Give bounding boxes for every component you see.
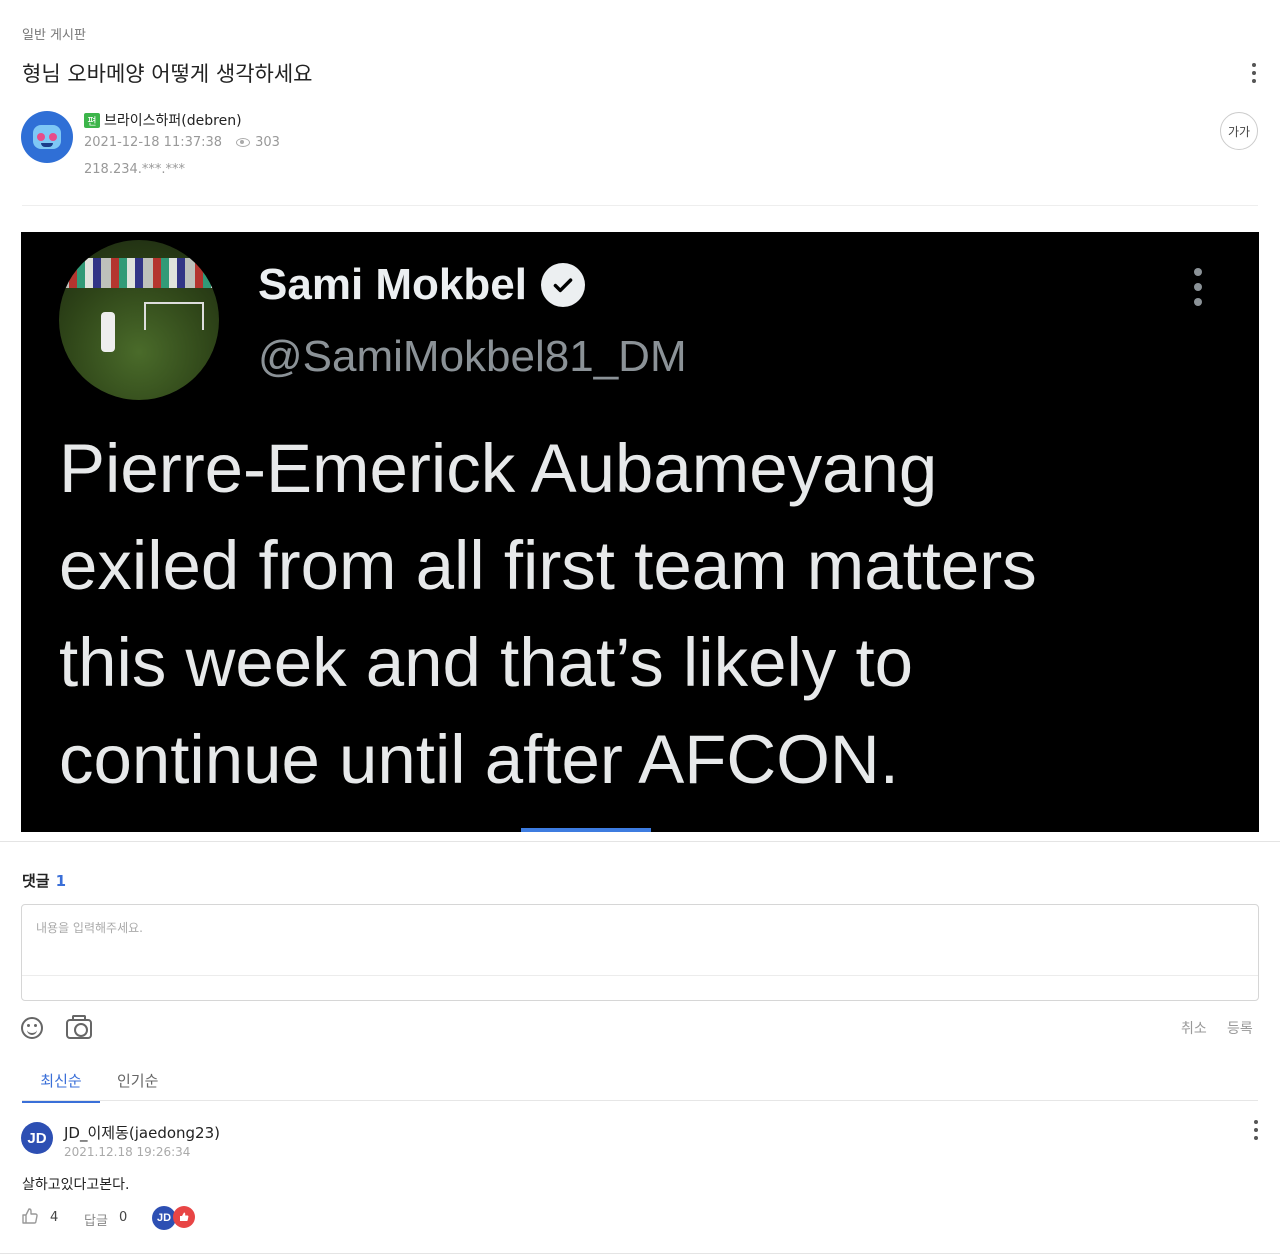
verified-icon — [540, 263, 585, 307]
tweet-link-fragment — [521, 828, 651, 832]
divider — [0, 1253, 1280, 1254]
font-size-button[interactable]: 가가 — [1220, 112, 1258, 150]
cancel-button[interactable]: 취소 — [1181, 1018, 1207, 1038]
submit-button[interactable]: 등록 — [1227, 1018, 1253, 1038]
tweet-more-icon — [1193, 268, 1203, 306]
comment-placeholder: 내용을 입력해주세요. — [36, 921, 143, 935]
tab-popular[interactable]: 인기순 — [117, 1070, 158, 1091]
post-meta: 2021-12-18 11:37:38 303 — [84, 135, 280, 150]
author-info[interactable]: 편 브라이스하퍼(debren) — [84, 110, 242, 130]
tab-latest[interactable]: 최신순 — [22, 1070, 100, 1103]
reply-count: 0 — [119, 1210, 128, 1225]
post-datetime: 2021-12-18 11:37:38 — [84, 135, 223, 150]
camera-icon[interactable] — [66, 1015, 92, 1039]
tweet-author: Sami Mokbel — [258, 260, 585, 310]
tweet-author-name: Sami Mokbel — [258, 260, 527, 309]
tweet-screenshot: Sami Mokbel @SamiMokbel81_DM Pierre-Emer… — [21, 232, 1259, 832]
thumbs-up-icon[interactable] — [20, 1206, 40, 1226]
board-label[interactable]: 일반 게시판 — [22, 24, 86, 43]
author-ip: 218.234.***.*** — [84, 162, 186, 177]
tweet-avatar — [59, 240, 219, 400]
comment-body: 살하고있다고본다. — [22, 1177, 130, 1193]
comments-label: 댓글 — [22, 872, 50, 890]
comment-input[interactable]: 내용을 입력해주세요. — [21, 904, 1259, 1001]
comments-count: 1 — [55, 872, 67, 890]
author-avatar[interactable] — [21, 111, 73, 163]
comment-avatar[interactable]: JD — [21, 1122, 53, 1154]
divider — [0, 841, 1280, 842]
post-title: 형님 오바메양 어떻게 생각하세요 — [22, 62, 313, 86]
reply-button[interactable]: 답글 — [84, 1210, 108, 1229]
comment-more-icon[interactable] — [1252, 1120, 1260, 1140]
thumbs-up-reaction-icon — [173, 1206, 195, 1228]
tweet-handle: @SamiMokbel81_DM — [258, 332, 687, 381]
post-more-icon[interactable] — [1250, 63, 1258, 83]
author-name[interactable]: 브라이스하퍼(debren) — [104, 110, 242, 130]
like-count: 4 — [50, 1210, 59, 1225]
emoji-icon[interactable] — [21, 1017, 43, 1039]
tweet-text: Pierre-Emerick Aubameyang exiled from al… — [59, 430, 1037, 798]
divider — [22, 1100, 1258, 1101]
divider — [22, 205, 1258, 206]
view-count: 303 — [236, 135, 280, 150]
comment-datetime: 2021.12.18 19:26:34 — [64, 1145, 191, 1159]
eye-icon — [236, 138, 251, 147]
comment-author[interactable]: JD_이제동(jaedong23) — [64, 1122, 220, 1143]
level-badge: 편 — [84, 112, 100, 128]
comments-header: 댓글 1 — [22, 870, 66, 891]
